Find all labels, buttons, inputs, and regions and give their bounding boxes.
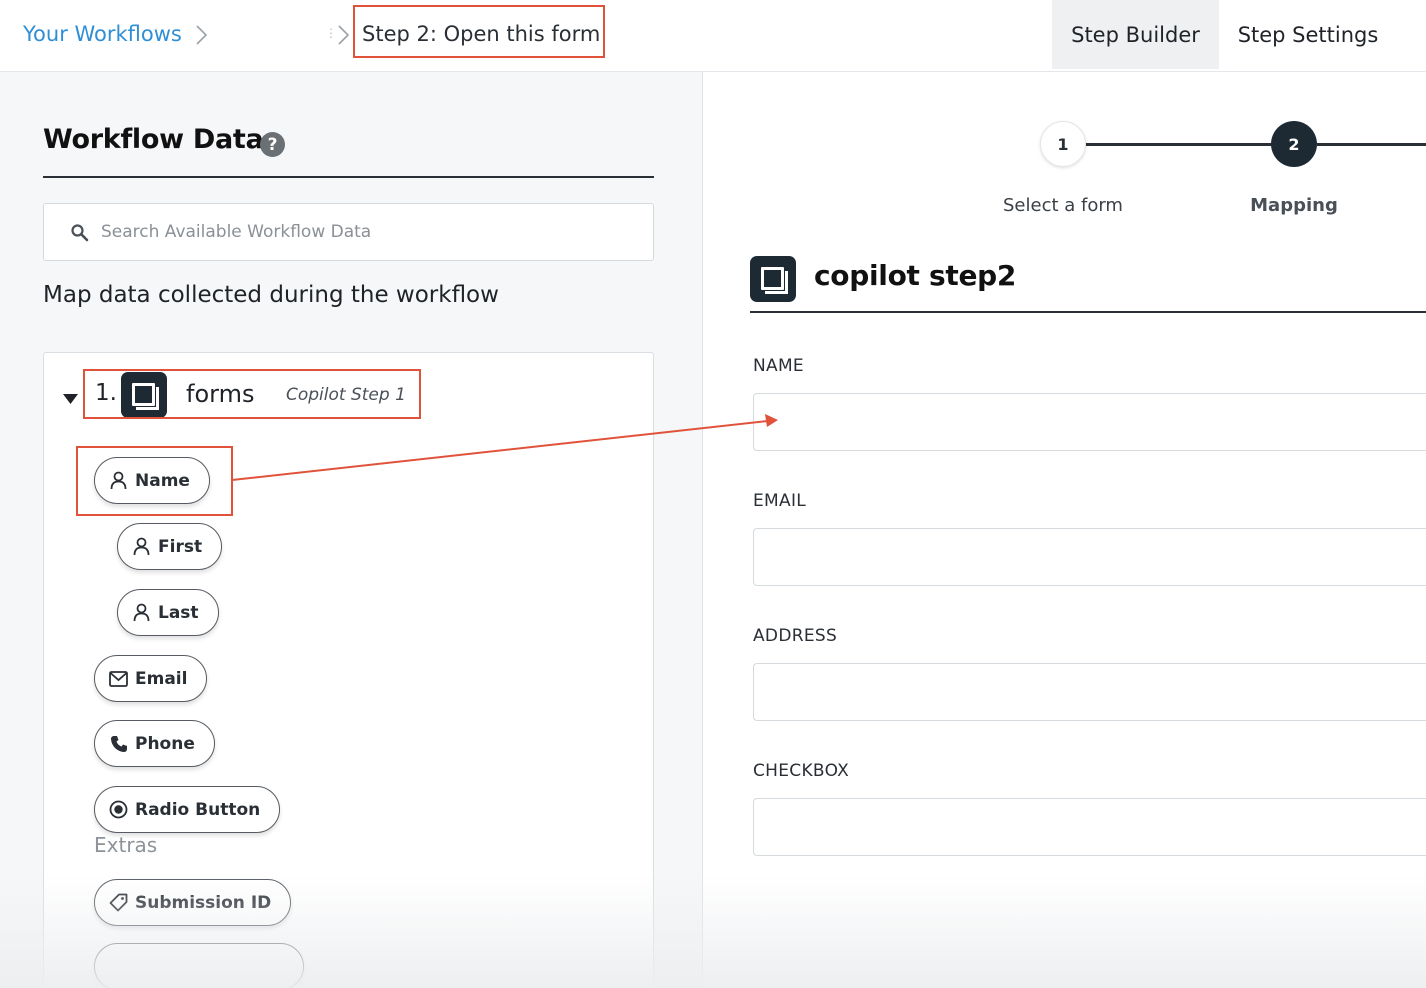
field-label-address: ADDRESS (753, 626, 838, 646)
pill-label: Last (158, 602, 199, 623)
title-divider (43, 176, 654, 178)
field-label-name: NAME (753, 356, 804, 376)
step-1-label: Select a form (1003, 195, 1123, 216)
forms-app-icon (121, 372, 167, 418)
source-name: forms (186, 380, 255, 408)
person-icon (109, 471, 128, 490)
caret-down-icon[interactable] (63, 390, 78, 409)
workflow-data-panel: Workflow Data ? Map data collected durin… (0, 72, 703, 988)
pill-label: Submission ID (135, 892, 272, 913)
pill-label: First (158, 536, 203, 557)
data-pill-email[interactable]: Email (94, 655, 208, 702)
data-pill-last[interactable]: Last (117, 589, 219, 636)
pill-label: Radio Button (135, 799, 261, 820)
radio-icon (109, 800, 128, 819)
tab-step-builder[interactable]: Step Builder (1052, 0, 1219, 69)
stepper-connector (1317, 143, 1426, 146)
phone-icon (109, 734, 128, 753)
source-number: 1. (95, 380, 117, 406)
data-pill-radio-button[interactable]: Radio Button (94, 786, 281, 833)
data-pill-name[interactable]: Name (94, 457, 210, 504)
email-field[interactable] (753, 528, 1426, 586)
form-app-icon (750, 256, 796, 302)
breadcrumb-ellipsis-icon: ⋮ (325, 26, 337, 40)
search-icon (70, 223, 89, 246)
chevron-right-icon (195, 24, 209, 46)
tag-icon (109, 893, 128, 912)
workflow-data-tree: 1. forms Copilot Step 1 Name First Last (43, 352, 654, 988)
person-icon (132, 603, 151, 622)
workflow-data-title: Workflow Data (43, 124, 264, 155)
workflow-data-search (43, 203, 654, 261)
data-pill-submission-id[interactable]: Submission ID (94, 879, 292, 926)
step-2-circle[interactable]: 2 (1271, 121, 1317, 167)
data-pill-partial[interactable] (94, 943, 304, 988)
data-pill-first[interactable]: First (117, 523, 223, 570)
field-label-checkbox: CHECKBOX (753, 761, 850, 781)
source-step-label: Copilot Step 1 (286, 385, 406, 405)
breadcrumb-your-workflows[interactable]: Your Workflows (23, 22, 182, 46)
chevron-right-icon (337, 24, 351, 46)
form-mapping-panel: 1 2 Select a form Mapping copilot step2 … (703, 72, 1426, 988)
form-title: copilot step2 (814, 259, 1017, 292)
help-icon[interactable]: ? (260, 132, 285, 157)
pill-label: Phone (135, 733, 195, 754)
top-bar: Your Workflows ⋮ Step 2: Open this form … (0, 0, 1426, 72)
person-icon (132, 537, 151, 556)
step-1-circle[interactable]: 1 (1040, 121, 1086, 167)
map-data-description: Map data collected during the workflow (43, 282, 499, 308)
address-field[interactable] (753, 663, 1426, 721)
step-2-label: Mapping (1250, 195, 1338, 216)
breadcrumb-current-step: Step 2: Open this form (362, 22, 601, 46)
search-input[interactable] (101, 216, 631, 248)
pill-label: Email (135, 668, 188, 689)
tab-step-settings[interactable]: Step Settings (1220, 0, 1396, 69)
envelope-icon (109, 669, 128, 688)
name-field[interactable] (753, 393, 1426, 451)
data-pill-phone[interactable]: Phone (94, 720, 215, 767)
field-label-email: EMAIL (753, 491, 807, 511)
checkbox-field[interactable] (753, 798, 1426, 856)
form-title-divider (750, 311, 1426, 313)
stepper-connector (1086, 143, 1272, 146)
extras-heading: Extras (94, 833, 158, 857)
pill-label: Name (135, 470, 190, 491)
